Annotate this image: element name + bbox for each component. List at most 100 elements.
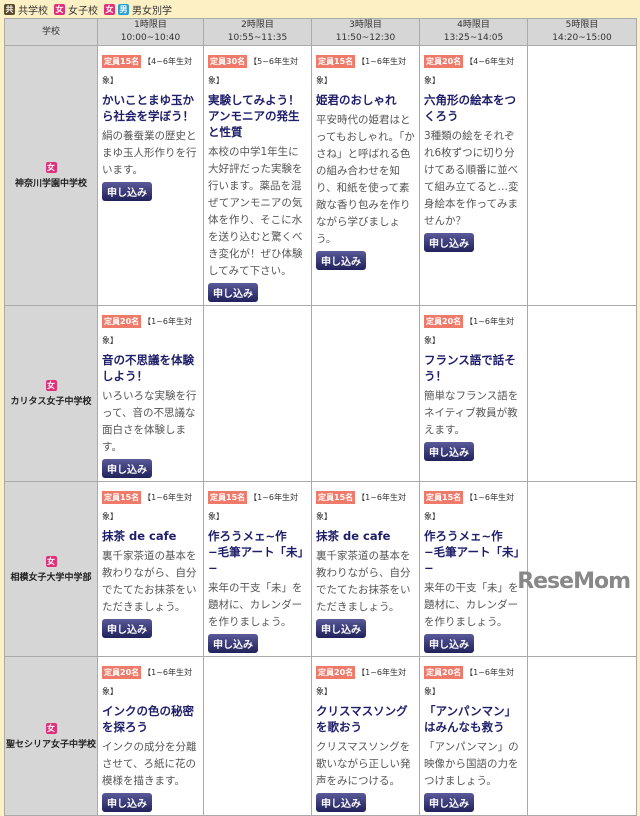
class-title: 「アンパンマン」はみんなも救う	[424, 704, 517, 734]
school-name: 相模女子大学中学部	[10, 572, 92, 583]
capacity-badge: 定員15名	[316, 491, 356, 504]
class-cell: 定員15名 【4~6年生対象】 かいことまゆ玉から社会を学ぼう！ 絹の養蚕業の歴史とま…	[97, 45, 204, 306]
apply-button[interactable]: 申し込み	[316, 251, 366, 270]
class-description: 3種類の絵をそれぞれ6枚ずつに切り分けてある順番に並べて組み立てると…変身絵本を…	[424, 130, 519, 227]
class-description: 来年の干支「未」を題材に、カレンダーを作りましょう。	[208, 582, 303, 628]
apply-button[interactable]: 申し込み	[208, 283, 258, 302]
class-cell: 定員15名 【1~6年生対象】 姫君のおしゃれ 平安時代の姫君はとってもおしゃれ。「か…	[311, 45, 420, 306]
apply-button[interactable]: 申し込み	[316, 619, 366, 638]
class-card: 定員15名 【1~6年生対象】作ろうメェ~作 −毛筆アート「未」− 来年の干支「未」…	[420, 482, 527, 656]
apply-button[interactable]: 申し込み	[102, 459, 152, 478]
class-description: インクの成分を分離させて、ろ紙に花の模様を描きます。	[102, 741, 197, 787]
apply-button[interactable]: 申し込み	[424, 634, 474, 653]
school-row: 女聖セシリア女子中学校 定員20名 【1~6年生対象】 インクの色の秘密を探ろう インク…	[4, 656, 637, 816]
class-meta: 定員30名 【5~6年生対象】	[208, 49, 307, 87]
period-time: 13:25~14:05	[443, 33, 504, 43]
coed-school-icon: 共	[4, 3, 15, 15]
class-cell: 定員20名 【1~6年生対象】音の不思議を体験しよう！ いろいろな実験を行って、音の…	[97, 305, 204, 482]
class-card: 定員20名 【1~6年生対象】 クリスマスソングを歌おう クリスマスソングを歌いながら…	[312, 657, 419, 815]
class-card: 定員15名 【1~6年生対象】 作ろうメェ~作 −毛筆アート「未」− 来年の干支「未」…	[204, 482, 311, 656]
class-cell: 定員20名 【1~6年生対象】 クリスマスソングを歌おう クリスマスソングを歌いながら…	[311, 656, 420, 816]
class-meta: 定員15名 【1~6年生対象】	[316, 485, 415, 523]
class-title: 姫君のおしゃれ	[316, 93, 397, 107]
capacity-badge: 定員15名	[102, 491, 142, 504]
capacity-badge: 定員15名	[102, 55, 142, 68]
school-cell: 女聖セシリア女子中学校	[4, 656, 98, 816]
class-meta: 定員20名 【1~6年生対象】	[102, 309, 199, 347]
school-row: 女カリタス女子中学校 定員20名 【1~6年生対象】 音の不思議を体験しよう！ いろいろ…	[4, 305, 637, 482]
class-cell: 定員15名 【1~6年生対象】 作ろうメェ~作 −毛筆アート「未」− 来年の干支「未」…	[203, 481, 312, 657]
school-name: カリタス女子中学校	[10, 397, 92, 407]
apply-button[interactable]: 申し込み	[208, 634, 258, 653]
capacity-badge: 定員20名	[424, 666, 464, 679]
class-description: 簡単なフランス語をネイティブ教員が教えます。	[424, 390, 519, 436]
empty-cell	[527, 656, 637, 816]
class-title: 抹茶 de cafe	[316, 529, 391, 543]
class-description: 来年の干支「未」を題材に、カレンダーを作りましょう。	[424, 582, 519, 628]
period-header: 1時限目 10:00~10:40	[97, 18, 204, 46]
legend-label: 女子校	[68, 5, 98, 17]
class-card: 定員20名 【4~6年生対象】六角形の絵本をつくろう 3種類の絵をそれぞれ6枚ずつに…	[420, 46, 527, 255]
school-cell: 女カリタス女子中学校	[4, 305, 98, 482]
class-meta: 定員20名 【4~6年生対象】	[424, 49, 523, 87]
girls-school-icon: 女	[54, 3, 65, 15]
class-description: 裏千家茶道の基本を教わりながら、自分でたてたお抹茶をいただきましょう。	[316, 550, 411, 613]
apply-button[interactable]: 申し込み	[424, 793, 474, 812]
class-meta: 定員15名 【4~6年生対象】	[102, 49, 199, 87]
class-card: 定員15名 【4~6年生対象】 かいことまゆ玉から社会を学ぼう！ 絹の養蚕業の歴史とま…	[98, 46, 203, 204]
girls-school-icon: 女	[45, 380, 57, 391]
class-card: 定員30名 【5~6年生対象】 実験してみよう！アンモニアの発生と性質 本校の中学1年…	[204, 46, 311, 305]
legend-item: 女男男女別学	[104, 2, 172, 17]
class-title: クリスマスソングを歌おう	[316, 704, 408, 734]
capacity-badge: 定員15名	[208, 491, 248, 504]
class-meta: 定員15名 【1~6年生対象】	[102, 485, 199, 523]
class-title: 実験してみよう！アンモニアの発生と性質	[208, 93, 300, 139]
period-header: 4時限目 13:25~14:05	[419, 18, 528, 46]
period-name: 4時限目	[457, 20, 490, 30]
class-cell: 定員20名 【1~6年生対象】 フランス語で話そう！ 簡単なフランス語をネイティブ教員…	[419, 305, 528, 482]
class-card: 定員15名 【1~6年生対象】抹茶 de cafe 裏千家茶道の基本を教わりながら、…	[312, 482, 419, 641]
class-cell: 定員20名 【4~6年生対象】六角形の絵本をつくろう 3種類の絵をそれぞれ6枚ずつに…	[419, 45, 528, 306]
apply-button[interactable]: 申し込み	[316, 793, 366, 812]
class-card: 定員15名 【1~6年生対象】 姫君のおしゃれ 平安時代の姫君はとってもおしゃれ。「か…	[312, 46, 419, 273]
class-description: いろいろな実験を行って、音の不思議な面白さを体験します。	[102, 390, 197, 453]
apply-button[interactable]: 申し込み	[424, 442, 474, 461]
class-description: 「アンパンマン」の映像から国語の力をつけましょう。	[424, 741, 519, 787]
class-cell: 定員15名 【1~6年生対象】 抹茶 de cafe 裏千家茶道の基本を教わりながら、…	[97, 481, 204, 657]
school-name: 神奈川学園中学校	[14, 179, 87, 189]
class-card: 定員20名 【1~6年生対象】 フランス語で話そう！ 簡単なフランス語をネイティブ教員…	[420, 306, 527, 464]
girls-school-icon: 女	[45, 162, 57, 173]
school-header: 学校	[4, 18, 98, 46]
empty-cell	[203, 305, 312, 482]
capacity-badge: 定員20名	[316, 666, 356, 679]
capacity-badge: 定員20名	[102, 315, 142, 328]
class-description: 絹の養蚕業の歴史とまゆ玉人形作りを行います。	[102, 130, 197, 176]
class-meta: 定員15名 【1~6年生対象】	[424, 485, 523, 523]
legend-item: 共共学校	[4, 2, 48, 17]
apply-button[interactable]: 申し込み	[102, 793, 152, 812]
timetable: 学校 1時限目 10:00~10:40 2時限目 10:55~11:35 3時限目 11:5…	[4, 18, 637, 816]
class-title: 音の不思議を体験しよう！	[102, 353, 194, 383]
legend-item: 女女子校	[54, 2, 98, 17]
capacity-badge: 定員20名	[424, 55, 464, 68]
period-header: 5時限目 14:20~15:00	[527, 18, 637, 46]
class-title: 六角形の絵本をつくろう	[424, 93, 516, 123]
class-cell: 定員15名 【1~6年生対象】抹茶 de cafe 裏千家茶道の基本を教わりながら、…	[311, 481, 420, 657]
class-title: 作ろうメェ~作 −毛筆アート「未」−	[424, 529, 520, 575]
apply-button[interactable]: 申し込み	[424, 233, 474, 252]
apply-button[interactable]: 申し込み	[102, 619, 152, 638]
capacity-badge: 定員30名	[208, 55, 248, 68]
class-cell: 定員15名 【1~6年生対象】作ろうメェ~作 −毛筆アート「未」− 来年の干支「未」…	[419, 481, 528, 657]
school-cell: 女相模女子大学中学部	[4, 481, 98, 657]
class-card: 定員15名 【1~6年生対象】 抹茶 de cafe 裏千家茶道の基本を教わりながら、…	[98, 482, 203, 641]
class-meta: 定員20名 【1~6年生対象】	[424, 660, 523, 698]
class-description: 平安時代の姫君はとってもおしゃれ。「かさね」と呼ばれる色の組み合わせを知り、和紙…	[316, 114, 415, 245]
class-card: 定員20名 【1~6年生対象】「アンパンマン」はみんなも救う「アンパンマン」の映像…	[420, 657, 527, 815]
empty-cell	[527, 305, 637, 482]
class-meta: 定員20名 【1~6年生対象】	[102, 660, 199, 698]
boys-school-icon: 男	[118, 3, 129, 15]
apply-button[interactable]: 申し込み	[102, 182, 152, 201]
period-header: 3時限目 11:50~12:30	[311, 18, 420, 46]
period-name: 5時限目	[565, 20, 599, 30]
empty-cell	[527, 45, 637, 306]
